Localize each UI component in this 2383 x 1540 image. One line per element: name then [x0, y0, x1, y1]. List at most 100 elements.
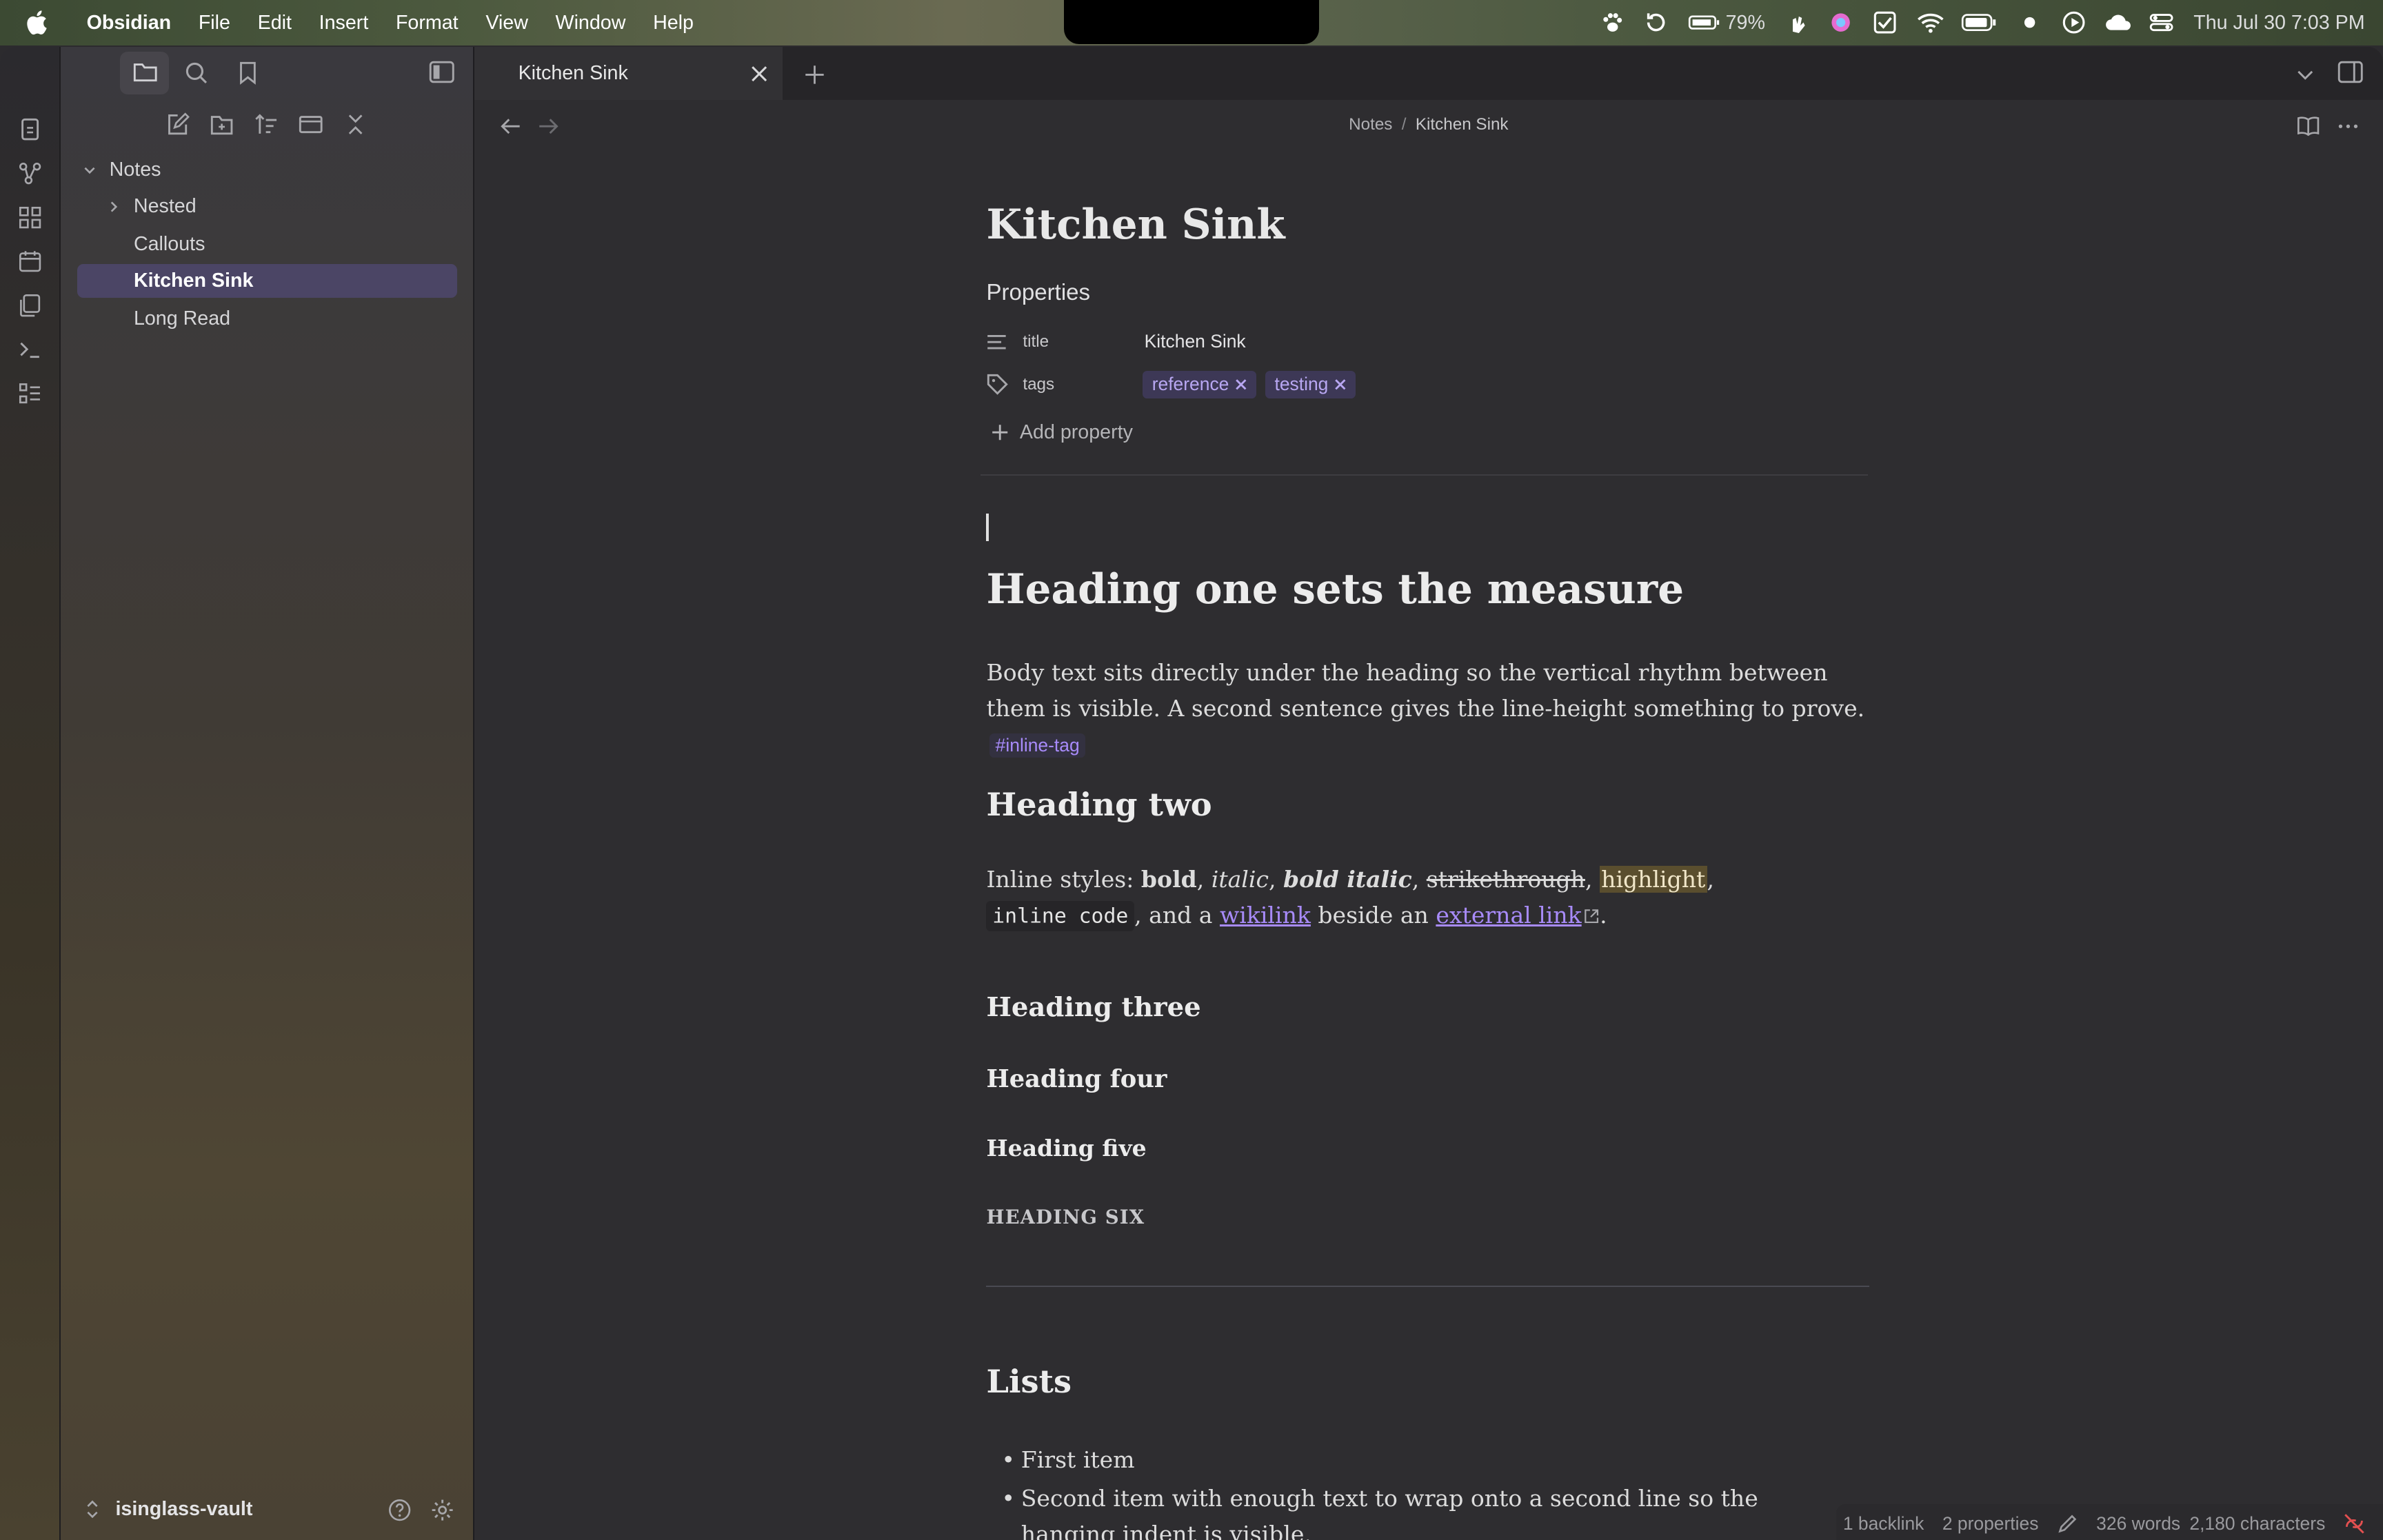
bases-icon[interactable]: [18, 381, 42, 405]
menu-help[interactable]: Help: [639, 12, 707, 34]
play-circle-icon[interactable]: [2062, 10, 2086, 34]
remove-tag-icon[interactable]: [1334, 378, 1347, 391]
menu-file[interactable]: File: [185, 12, 244, 34]
more-options-icon[interactable]: [2337, 117, 2359, 135]
tree-file-label: Callouts: [133, 233, 205, 256]
menu-window[interactable]: Window: [542, 12, 640, 34]
battery-small-icon[interactable]: [1688, 10, 1721, 34]
ribbon: [0, 47, 61, 1540]
list: • First item • Second item with enough tex…: [1001, 1442, 1852, 1540]
heading-4[interactable]: Heading four: [986, 1065, 1167, 1093]
new-note-icon[interactable]: [165, 112, 190, 136]
command-palette-icon[interactable]: [18, 337, 42, 361]
note-title[interactable]: Kitchen Sink: [986, 201, 1875, 249]
list-item[interactable]: • Second item with enough text to wrap on…: [1001, 1481, 1852, 1540]
breadcrumb-folder[interactable]: Notes: [1349, 115, 1392, 134]
templates-icon[interactable]: [18, 293, 42, 317]
sidebar-toggle-icon[interactable]: [429, 61, 454, 83]
remove-tag-icon[interactable]: [1235, 378, 1247, 391]
tag-label: testing: [1274, 374, 1329, 395]
daily-note-icon[interactable]: [18, 249, 42, 273]
tree-folder-notes[interactable]: Notes: [82, 154, 462, 187]
collapse-all-icon[interactable]: [343, 112, 368, 136]
word-count: 326 words: [2096, 1513, 2181, 1534]
inline-tag[interactable]: #inline-tag: [989, 733, 1086, 758]
external-link[interactable]: external link: [1436, 902, 1581, 929]
tree-file-kitchen-sink[interactable]: Kitchen Sink: [77, 264, 458, 298]
checkbox-icon[interactable]: [1873, 10, 1897, 34]
breadcrumb-separator: /: [1401, 115, 1407, 134]
property-count[interactable]: 2 properties: [1942, 1513, 2039, 1534]
search-icon[interactable]: [184, 61, 208, 85]
menu-format[interactable]: Format: [382, 12, 472, 34]
backlink-count[interactable]: 1 backlink: [1843, 1513, 1924, 1534]
paw-icon[interactable]: [1600, 10, 1624, 34]
new-folder-icon[interactable]: [210, 112, 234, 136]
auto-reveal-icon[interactable]: [298, 112, 323, 136]
bookmark-icon[interactable]: [237, 61, 259, 85]
close-tab-icon[interactable]: [751, 65, 767, 82]
edit-pencil-icon[interactable]: [2057, 1513, 2078, 1534]
properties-heading[interactable]: Properties: [986, 280, 1090, 306]
right-sidebar-toggle-icon[interactable]: [2337, 61, 2363, 83]
property-key[interactable]: title: [1023, 332, 1144, 352]
heading-3[interactable]: Heading three: [986, 992, 1200, 1023]
tab-list-chevron-icon[interactable]: [2296, 65, 2314, 83]
tree-folder-nested[interactable]: Nested: [106, 190, 462, 223]
sort-icon[interactable]: [254, 112, 278, 136]
heading-lists[interactable]: Lists: [986, 1363, 1072, 1400]
tag-pill[interactable]: testing: [1265, 370, 1356, 398]
menubar-clock[interactable]: Thu Jul 30 7:03 PM: [2193, 12, 2364, 34]
new-tab-icon[interactable]: [804, 64, 825, 85]
plus-icon: [992, 424, 1008, 440]
reading-view-icon[interactable]: [2296, 115, 2320, 136]
property-key[interactable]: tags: [1023, 375, 1144, 394]
help-icon[interactable]: [388, 1498, 412, 1522]
property-value[interactable]: Kitchen Sink: [1145, 331, 1246, 352]
control-center-icon[interactable]: [2149, 10, 2173, 34]
vault-switcher[interactable]: isinglass-vault: [85, 1498, 252, 1521]
paragraph-1[interactable]: Body text sits directly under the headin…: [986, 655, 1875, 764]
settings-gear-icon[interactable]: [430, 1498, 454, 1522]
inline-code: inline code: [986, 901, 1135, 931]
apple-menu-icon[interactable]: [0, 10, 73, 35]
sync-status-icon[interactable]: [2344, 1513, 2365, 1534]
heading-2[interactable]: Heading two: [986, 786, 1211, 823]
battery-icon[interactable]: [1961, 10, 1998, 34]
paragraph-inline-styles[interactable]: Inline styles: bold, italic, bold italic…: [986, 862, 1875, 935]
tab-bar: Kitchen Sink: [474, 47, 2383, 101]
heading-1[interactable]: Heading one sets the measure: [986, 565, 1684, 614]
hand-icon[interactable]: [1785, 10, 1809, 34]
menu-edit[interactable]: Edit: [244, 12, 305, 34]
tree-file-long-read[interactable]: Long Read: [134, 303, 462, 336]
tab-kitchen-sink[interactable]: Kitchen Sink: [474, 47, 783, 101]
tree-file-label: Kitchen Sink: [133, 270, 254, 292]
text-lines-icon: [987, 334, 1007, 349]
add-property-label: Add property: [1019, 421, 1133, 443]
tag-icon: [987, 374, 1009, 395]
breadcrumb-file[interactable]: Kitchen Sink: [1416, 115, 1509, 134]
tree-file-callouts[interactable]: Callouts: [134, 228, 462, 261]
paragraph-text: Body text sits directly under the headin…: [986, 658, 1865, 722]
wifi-icon[interactable]: [1917, 10, 1944, 34]
heading-6[interactable]: HEADING SIX: [986, 1206, 1145, 1228]
open-quick-switcher-icon[interactable]: [18, 117, 42, 141]
tag-pill[interactable]: reference: [1143, 370, 1257, 398]
text-and-a: , and a: [1134, 901, 1220, 929]
add-property-button[interactable]: Add property: [991, 421, 1133, 444]
cloud-icon[interactable]: [2105, 10, 2131, 34]
dot-icon[interactable]: [2018, 10, 2042, 34]
menu-view[interactable]: View: [472, 12, 541, 34]
time-machine-icon[interactable]: [1644, 10, 1668, 34]
highlight-text: highlight: [1599, 865, 1707, 893]
heading-5[interactable]: Heading five: [986, 1135, 1146, 1162]
text-cursor: [986, 513, 989, 541]
files-tab[interactable]: [120, 51, 169, 94]
graph-view-icon[interactable]: [18, 161, 42, 185]
list-item[interactable]: • First item: [1001, 1442, 1852, 1478]
menu-app-name[interactable]: Obsidian: [73, 12, 185, 34]
menu-insert[interactable]: Insert: [305, 12, 382, 34]
wikilink[interactable]: wikilink: [1220, 902, 1311, 929]
color-wheel-icon[interactable]: [1829, 10, 1853, 34]
canvas-icon[interactable]: [18, 205, 42, 230]
